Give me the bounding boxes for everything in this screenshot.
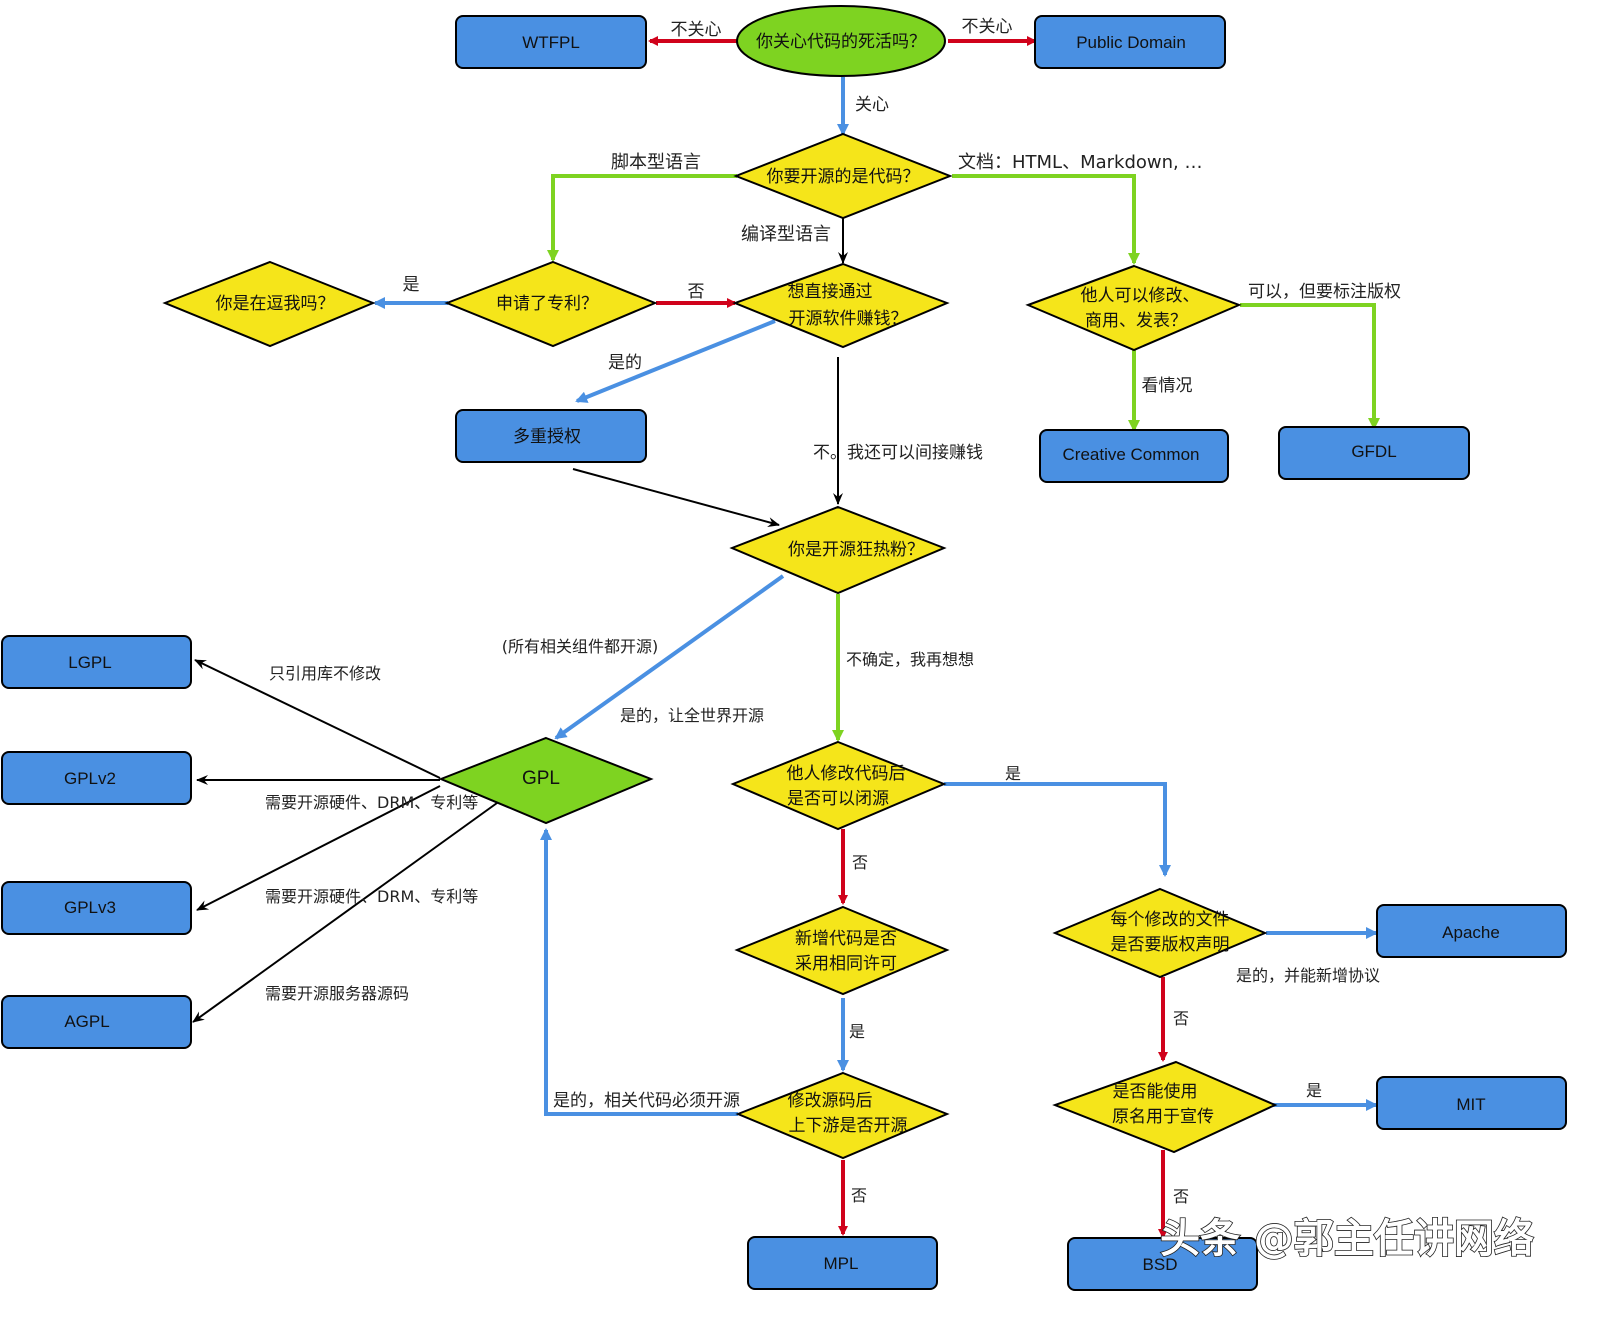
label-fanatic-yes: 是的，让全世界开源 (620, 706, 764, 725)
node-others-modify[interactable]: 他人可以修改、 商用、发表？ (1025, 264, 1242, 352)
node-agpl-label: AGPL (64, 1012, 109, 1031)
node-is-code-label: 你要开源的是代码？ (767, 167, 920, 187)
label-closed-no: 否 (852, 853, 868, 872)
node-closed-source[interactable]: 他人修改代码后 是否可以闭源 (730, 740, 947, 831)
watermark: 头条 @郭主任讲网络 (1160, 1216, 1534, 1262)
node-dual-license-label: 多重授权 (513, 427, 581, 447)
node-lgpl[interactable]: LGPL (1, 635, 192, 689)
node-fanatic-label: 你是开源狂热粉？ (788, 540, 924, 560)
label-upstream-yes: 是的，相关代码必须开源 (553, 1091, 740, 1111)
node-use-name-line2: 原名用于宣传 (1112, 1107, 1214, 1127)
label-patent-no: 否 (688, 282, 705, 302)
node-mit-label: MIT (1456, 1095, 1485, 1114)
label-fanatic-unsure: 不确定，我再想想 (846, 650, 974, 669)
node-start-label: 你关心代码的死活吗？ (756, 32, 926, 52)
edges (192, 36, 1380, 1239)
label-name-yes: 是 (1306, 1081, 1322, 1100)
label-not-care-right: 不关心 (962, 17, 1013, 37)
edge-money-dual (575, 319, 776, 403)
label-notice-no: 否 (1173, 1009, 1189, 1028)
label-closed-yes: 是 (1005, 764, 1021, 783)
node-same-license-line1: 新增代码是否 (795, 929, 897, 949)
node-others-modify-line1: 他人可以修改、 (1081, 286, 1200, 306)
node-gfdl[interactable]: GFDL (1278, 426, 1470, 480)
node-make-money-line1: 想直接通过 (788, 282, 873, 302)
node-wtfpl[interactable]: WTFPL (455, 15, 647, 69)
node-dual-license[interactable]: 多重授权 (455, 409, 647, 463)
node-gplv3-label: GPLv3 (64, 898, 116, 917)
label-not-care-left: 不关心 (671, 20, 722, 40)
node-same-license[interactable]: 新增代码是否 采用相同许可 (734, 905, 950, 996)
node-gplv2-label: GPLv2 (64, 769, 116, 788)
node-make-money[interactable]: 想直接通过 开源软件赚钱？ (732, 262, 950, 349)
edge-dual-fanatic (572, 468, 780, 527)
edge-is-code-others (952, 174, 1140, 265)
label-modify-depends: 看情况 (1142, 376, 1193, 396)
label-all-components: (所有相关组件都开源) (502, 637, 659, 656)
node-mpl[interactable]: MPL (747, 1236, 938, 1290)
node-same-license-line2: 采用相同许可 (795, 954, 897, 974)
label-script-lang: 脚本型语言 (611, 152, 701, 173)
node-mpl-label: MPL (824, 1254, 859, 1273)
edge-is-code-patent (547, 174, 737, 262)
edge-others-gfdl (1240, 303, 1380, 430)
node-kidding-label: 你是在逗我吗？ (216, 294, 335, 314)
label-lgpl: 只引用库不修改 (269, 664, 381, 683)
decision-nodes: 你要开源的是代码？ 你是在逗我吗？ 申请了专利？ 想直接通过 开源软件赚钱？ 他… (162, 132, 1278, 1160)
label-money-no: 不。我还可以间接赚钱 (813, 443, 983, 463)
node-gpl-label: GPL (522, 768, 560, 789)
node-patent[interactable]: 申请了专利？ (444, 260, 658, 348)
node-upstream-line2: 上下游是否开源 (789, 1116, 908, 1136)
node-copyright-notice-line2: 是否要版权声明 (1111, 935, 1230, 955)
label-notice-yes: 是的，并能新增协议 (1236, 966, 1380, 985)
node-gplv2[interactable]: GPLv2 (1, 751, 192, 805)
label-modify-yes-attr: 可以，但要标注版权 (1248, 282, 1401, 302)
node-use-name-line1: 是否能使用 (1113, 1081, 1198, 1102)
node-apache-label: Apache (1442, 923, 1500, 942)
node-closed-source-line2: 是否可以闭源 (787, 789, 889, 809)
node-creative-common-label: Creative Common (1063, 445, 1200, 464)
label-name-no: 否 (1173, 1187, 1189, 1206)
node-public-domain-label: Public Domain (1076, 33, 1186, 52)
label-same-yes: 是 (849, 1022, 865, 1041)
label-money-yes: 是的 (608, 353, 642, 373)
node-closed-source-line1: 他人修改代码后 (787, 764, 906, 784)
node-others-modify-line2: 商用、发表？ (1085, 311, 1187, 331)
node-start[interactable]: 你关心代码的死活吗？ (736, 5, 946, 77)
label-agpl: 需要开源服务器源码 (265, 984, 409, 1003)
label-gplv3: 需要开源硬件、DRM、专利等 (265, 887, 478, 906)
edge-upstream-gpl (540, 828, 738, 1116)
node-copyright-notice[interactable]: 每个修改的文件 是否要版权声明 (1052, 887, 1268, 979)
node-make-money-line2: 开源软件赚钱？ (789, 309, 908, 329)
node-use-name[interactable]: 是否能使用 原名用于宣传 (1052, 1060, 1278, 1154)
node-patent-label: 申请了专利？ (496, 294, 598, 314)
node-gfdl-label: GFDL (1351, 442, 1396, 461)
node-creative-common[interactable]: Creative Common (1039, 429, 1229, 483)
node-apache[interactable]: Apache (1376, 904, 1567, 958)
node-gplv3[interactable]: GPLv3 (1, 881, 192, 935)
node-upstream[interactable]: 修改源码后 上下游是否开源 (735, 1071, 950, 1160)
node-agpl[interactable]: AGPL (1, 995, 192, 1049)
node-kidding[interactable]: 你是在逗我吗？ (162, 260, 376, 348)
label-gplv2: 需要开源硬件、DRM、专利等 (265, 793, 478, 812)
label-docs: 文档：HTML、Markdown, … (958, 152, 1203, 173)
label-compiled-lang: 编译型语言 (741, 224, 831, 245)
label-care: 关心 (855, 95, 889, 115)
node-copyright-notice-line1: 每个修改的文件 (1111, 910, 1230, 930)
edge-closed-notice (944, 782, 1171, 877)
label-upstream-no: 否 (851, 1186, 867, 1205)
node-mit[interactable]: MIT (1376, 1076, 1567, 1130)
node-upstream-line1: 修改源码后 (788, 1091, 873, 1111)
node-public-domain[interactable]: Public Domain (1034, 15, 1226, 69)
node-is-code[interactable]: 你要开源的是代码？ (733, 132, 953, 220)
node-lgpl-label: LGPL (68, 653, 111, 672)
license-flowchart: WTFPL Public Domain 多重授权 Creative Common… (1, 5, 1567, 1291)
node-wtfpl-label: WTFPL (522, 33, 580, 52)
label-patent-yes: 是 (403, 275, 420, 295)
